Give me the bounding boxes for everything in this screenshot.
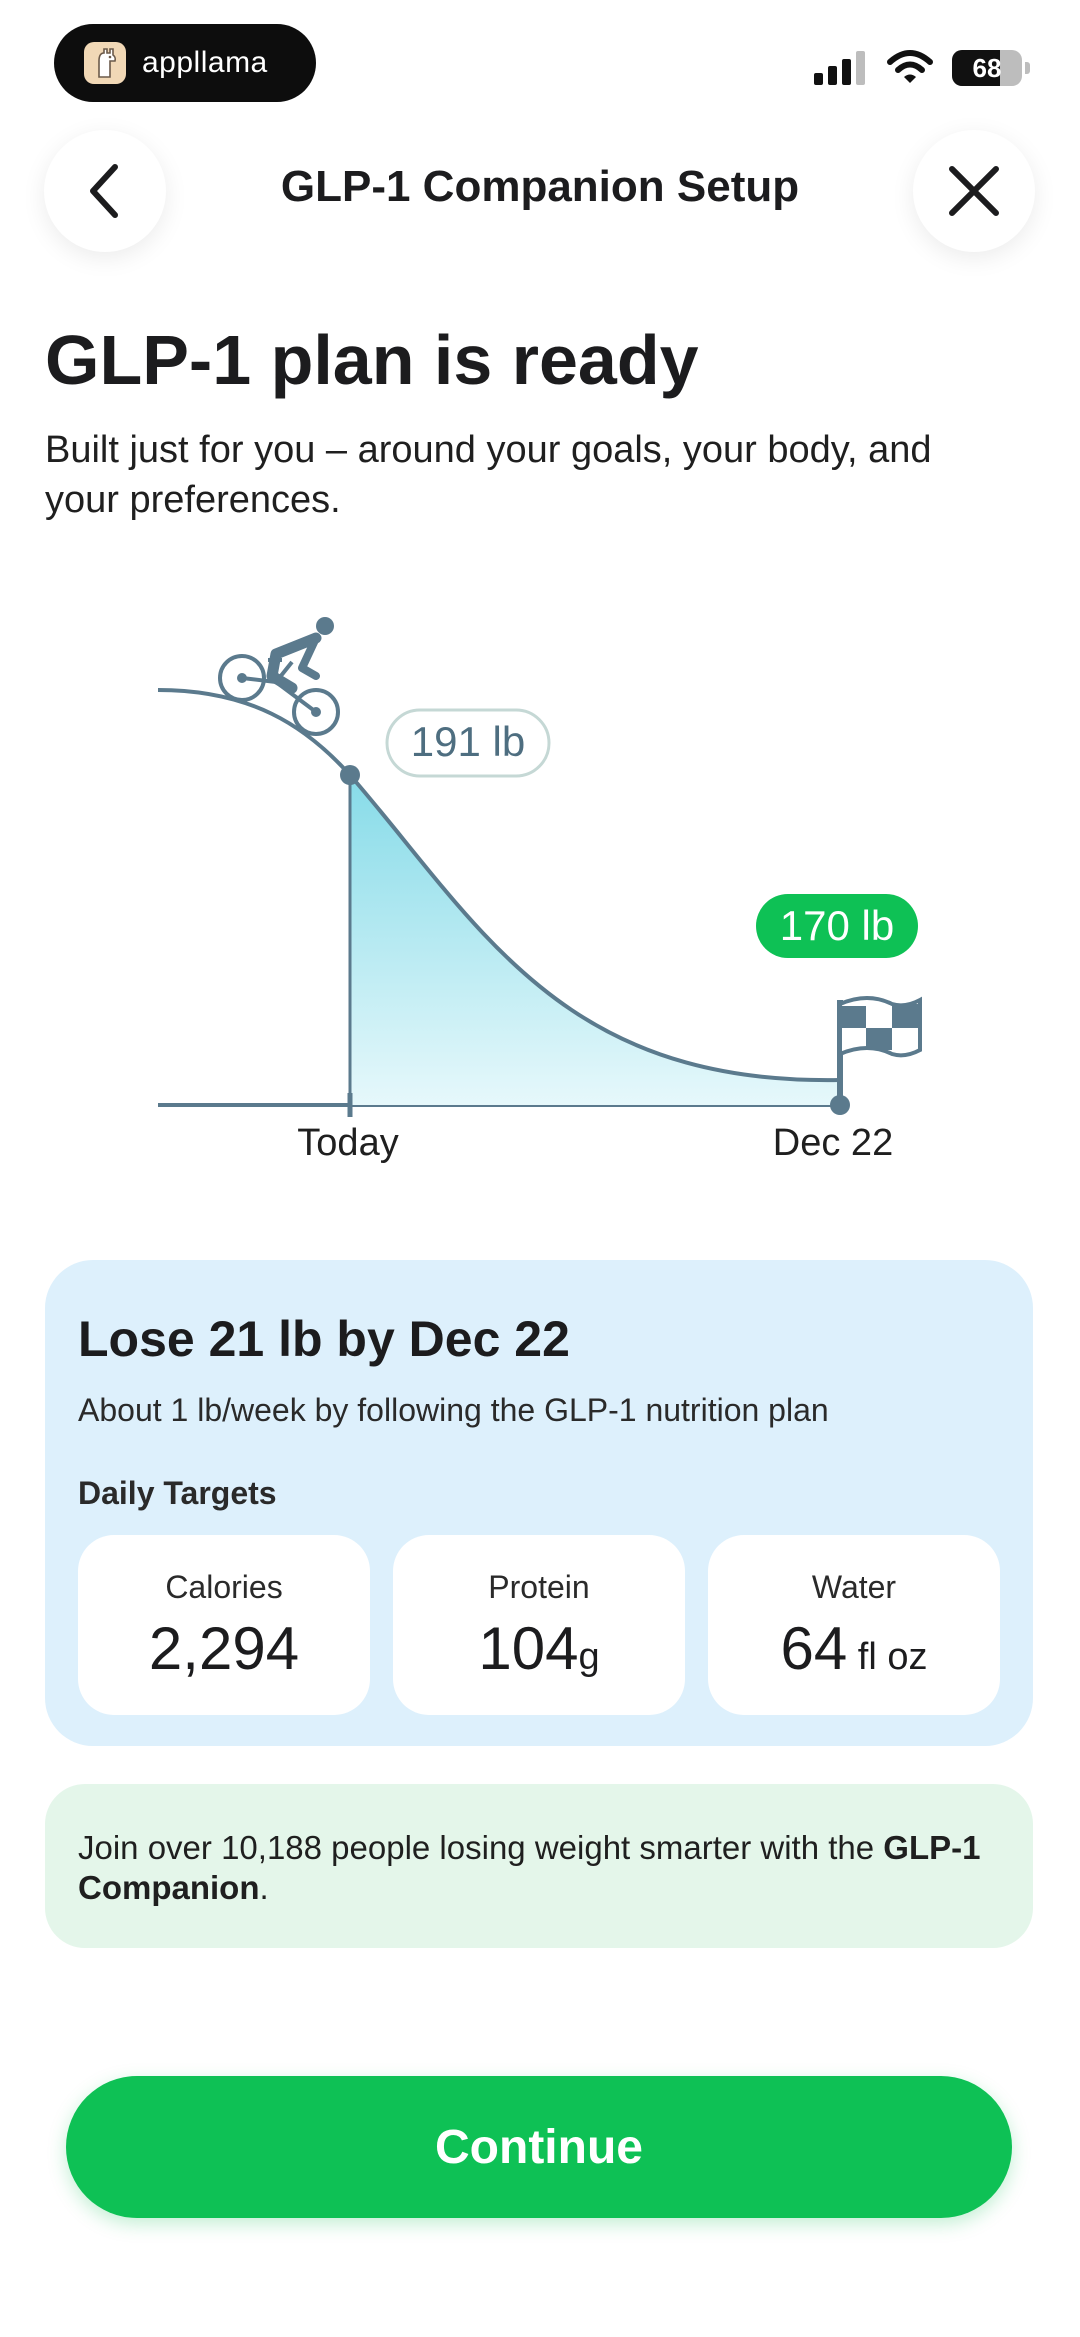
page-subtitle: Built just for you – around your goals, … — [45, 429, 932, 521]
calories-number: 2,294 — [148, 1615, 300, 1682]
water-unit: fl oz — [847, 1636, 928, 1678]
goal-weight-label: 170 lb — [780, 902, 894, 949]
water-tile: Water 64 fl oz — [708, 1535, 1000, 1715]
protein-tile: Protein 104g — [393, 1535, 685, 1715]
x-tick-label-today: Today — [297, 1122, 398, 1164]
close-button[interactable] — [913, 130, 1035, 252]
cellular-signal-icon — [814, 51, 865, 85]
wifi-icon — [887, 50, 933, 83]
plan-summary-card: Lose 21 lb by Dec 22 About 1 lb/week by … — [45, 1260, 1033, 1746]
battery-cap — [1025, 62, 1030, 74]
llama-logo-icon — [84, 42, 126, 84]
calories-tile: Calories 2,294 — [78, 1535, 370, 1715]
water-value: 64 fl oz — [708, 1614, 1000, 1683]
calories-value: 2,294 — [78, 1614, 370, 1683]
protein-label: Protein — [488, 1569, 590, 1605]
daily-targets-label: Daily Targets — [78, 1475, 277, 1511]
community-card: Join over 10,188 people losing weight sm… — [45, 1784, 1033, 1948]
status-icons: 68 — [814, 50, 1030, 86]
community-text-suffix: . — [259, 1869, 269, 1906]
summary-title: Lose 21 lb by Dec 22 — [78, 1311, 570, 1367]
protein-unit: g — [578, 1636, 600, 1678]
water-number: 64 — [780, 1615, 848, 1682]
app-name: appllama — [142, 46, 268, 79]
weight-projection-chart: 191 lb 170 lb Today Dec 22 — [157, 617, 922, 1164]
start-weight-label: 191 lb — [411, 718, 525, 765]
battery-indicator: 68 — [952, 50, 1022, 86]
close-icon — [949, 166, 999, 216]
protein-value: 104g — [393, 1614, 685, 1683]
start-data-point — [340, 765, 360, 785]
community-text: Join over 10,188 people losing weight sm… — [78, 1828, 998, 1908]
community-text-prefix: Join over 10,188 people losing weight sm… — [78, 1829, 884, 1866]
calories-label: Calories — [165, 1569, 283, 1605]
water-label: Water — [811, 1569, 897, 1605]
page-title: GLP-1 plan is ready — [45, 321, 699, 399]
protein-number: 104 — [478, 1615, 579, 1682]
continue-button[interactable]: Continue — [66, 2076, 1012, 2218]
battery-level: 68 — [972, 52, 1002, 83]
summary-subtitle: About 1 lb/week by following the GLP-1 n… — [78, 1392, 829, 1428]
app-switcher-pill[interactable]: appllama — [54, 24, 316, 102]
x-tick-label-end: Dec 22 — [773, 1122, 893, 1164]
checkered-flag-icon — [837, 996, 922, 1105]
